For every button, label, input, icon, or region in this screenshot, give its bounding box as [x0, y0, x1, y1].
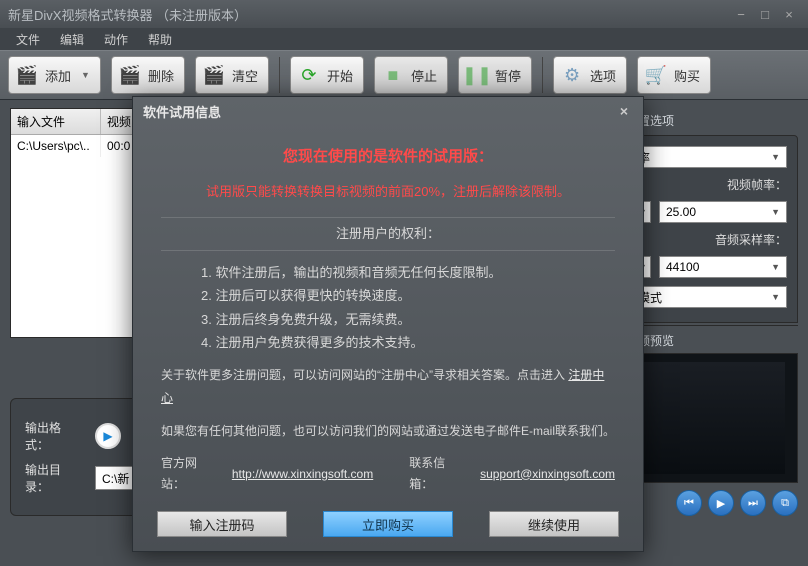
contact-links: 官方网站： http://www.xinxingsoft.com 联系信箱： s… [161, 453, 615, 496]
help-paragraph-2: 如果您有任何其他问题，也可以访问我们的网站或通过发送电子邮件E-mail联系我们… [161, 420, 615, 443]
list-item: 注册后可以获得更快的转换速度。 [201, 284, 615, 307]
stop-button[interactable]: ■ 停止 [374, 56, 448, 94]
list-item: 注册用户免费获得更多的技术支持。 [201, 331, 615, 354]
enter-reg-code-button[interactable]: 输入注册码 [157, 511, 287, 537]
options-button[interactable]: ⚙ 选项 [553, 56, 627, 94]
close-window-button[interactable]: × [778, 5, 800, 23]
framerate-label: 视频帧率： [727, 176, 787, 193]
trial-info-dialog: 软件试用信息 × 您现在使用的是软件的试用版： 试用版只能转换转换目标视频的前面… [132, 96, 644, 552]
add-button[interactable]: 🎬 添加 ▼ [8, 56, 101, 94]
toolbar: 🎬 添加 ▼ 🎬 删除 🎬 清空 ⟳ 开始 ■ 停止 ❚❚ 暂停 ⚙ 选项 🛒 … [0, 50, 808, 100]
delete-icon: 🎬 [118, 63, 142, 87]
menu-help[interactable]: 帮助 [138, 31, 182, 48]
buy-now-button[interactable]: 立即购买 [323, 511, 453, 537]
menu-action[interactable]: 动作 [94, 31, 138, 48]
delete-label: 删除 [148, 66, 174, 85]
video-preview [620, 353, 798, 483]
list-item: 软件注册后，输出的视频和音频无任何长度限制。 [201, 261, 615, 284]
list-item: 注册后终身免费升级，无需续费。 [201, 308, 615, 331]
chevron-down-icon: ▼ [771, 207, 780, 217]
title-bar: 新星DivX视频格式转换器 （未注册版本） − □ × [0, 0, 808, 28]
gear-icon: ⚙ [560, 63, 584, 87]
pause-label: 暂停 [495, 66, 521, 85]
play-button[interactable]: ▶ [708, 490, 734, 516]
support-email-link[interactable]: support@xinxingsoft.com [480, 464, 615, 486]
samplerate-label: 音频采样率： [715, 231, 787, 248]
framerate-select[interactable]: 25.00 ▼ [659, 201, 787, 223]
preview-thumbnail [633, 362, 785, 474]
trial-warning-text: 试用版只能转换转换目标视频的前面20%，注册后解除该限制。 [161, 180, 615, 203]
benefits-list: 软件注册后，输出的视频和音频无任何长度限制。 注册后可以获得更快的转换速度。 注… [161, 261, 615, 355]
chevron-down-icon: ▼ [771, 262, 780, 272]
mode-select[interactable]: 模式 ▼ [631, 286, 787, 308]
add-icon: 🎬 [15, 63, 39, 87]
dialog-title-bar: 软件试用信息 × [133, 97, 643, 125]
bitrate-select[interactable]: 率 ▼ [631, 146, 787, 168]
right-pane: 预置选项 率 ▼ 视频帧率： ▼ 25.00 ▼ 音频采样率： [620, 100, 808, 566]
samplerate-select[interactable]: 44100 ▼ [659, 256, 787, 278]
framerate-value: 25.00 [666, 205, 696, 219]
start-button[interactable]: ⟳ 开始 [290, 56, 364, 94]
menu-bar: 文件 编辑 动作 帮助 [0, 28, 808, 50]
clear-label: 清空 [232, 66, 258, 85]
maximize-button[interactable]: □ [754, 5, 776, 23]
clear-icon: 🎬 [202, 63, 226, 87]
start-icon: ⟳ [297, 63, 321, 87]
official-site-link[interactable]: http://www.xinxingsoft.com [232, 464, 373, 486]
preset-settings: 率 ▼ 视频帧率： ▼ 25.00 ▼ 音频采样率： ▼ 44100 [620, 135, 798, 323]
delete-button[interactable]: 🎬 删除 [111, 56, 185, 94]
output-format-label: 输出格式： [25, 419, 83, 453]
preview-header: 视频预览 [620, 325, 798, 353]
stop-label: 停止 [411, 66, 437, 85]
next-button[interactable]: ⏭ [740, 490, 766, 516]
snapshot-button[interactable]: ⧉ [772, 490, 798, 516]
buy-label: 购买 [674, 66, 700, 85]
stop-icon: ■ [381, 63, 405, 87]
options-label: 选项 [590, 66, 616, 85]
trial-warning-heading: 您现在使用的是软件的试用版： [161, 143, 615, 170]
cell-path: C:\Users\pc\.. [11, 135, 101, 157]
preset-header: 预置选项 [620, 108, 798, 135]
buy-button[interactable]: 🛒 购买 [637, 56, 711, 94]
clear-button[interactable]: 🎬 清空 [195, 56, 269, 94]
cart-icon: 🛒 [644, 63, 668, 87]
prev-button[interactable]: ⏮ [676, 490, 702, 516]
play-icon: ▶ [95, 423, 121, 449]
output-dir-label: 输出目录： [25, 461, 83, 495]
pause-icon: ❚❚ [465, 63, 489, 87]
benefits-header: 注册用户的权利： [161, 217, 615, 250]
playback-controls: ⏮ ▶ ⏭ ⧉ [620, 489, 798, 517]
minimize-button[interactable]: − [730, 5, 752, 23]
dialog-close-button[interactable]: × [615, 102, 633, 120]
site-label: 官方网站： [161, 453, 216, 496]
add-label: 添加 [45, 66, 71, 85]
dialog-buttons: 输入注册码 立即购买 继续使用 [133, 511, 643, 537]
start-label: 开始 [327, 66, 353, 85]
header-input-file[interactable]: 输入文件 [11, 109, 101, 134]
help-paragraph-1: 关于软件更多注册问题，可以访问网站的“注册中心”寻求相关答案。点击进入 注册中心 [161, 364, 615, 410]
window-title: 新星DivX视频格式转换器 （未注册版本） [8, 5, 247, 24]
chevron-down-icon: ▼ [771, 152, 780, 162]
samplerate-value: 44100 [666, 260, 699, 274]
menu-file[interactable]: 文件 [6, 31, 50, 48]
mail-label: 联系信箱： [409, 453, 464, 496]
menu-edit[interactable]: 编辑 [50, 31, 94, 48]
dialog-title: 软件试用信息 [143, 102, 221, 121]
continue-trial-button[interactable]: 继续使用 [489, 511, 619, 537]
chevron-down-icon: ▼ [771, 292, 780, 302]
pause-button[interactable]: ❚❚ 暂停 [458, 56, 532, 94]
chevron-down-icon: ▼ [81, 70, 90, 80]
